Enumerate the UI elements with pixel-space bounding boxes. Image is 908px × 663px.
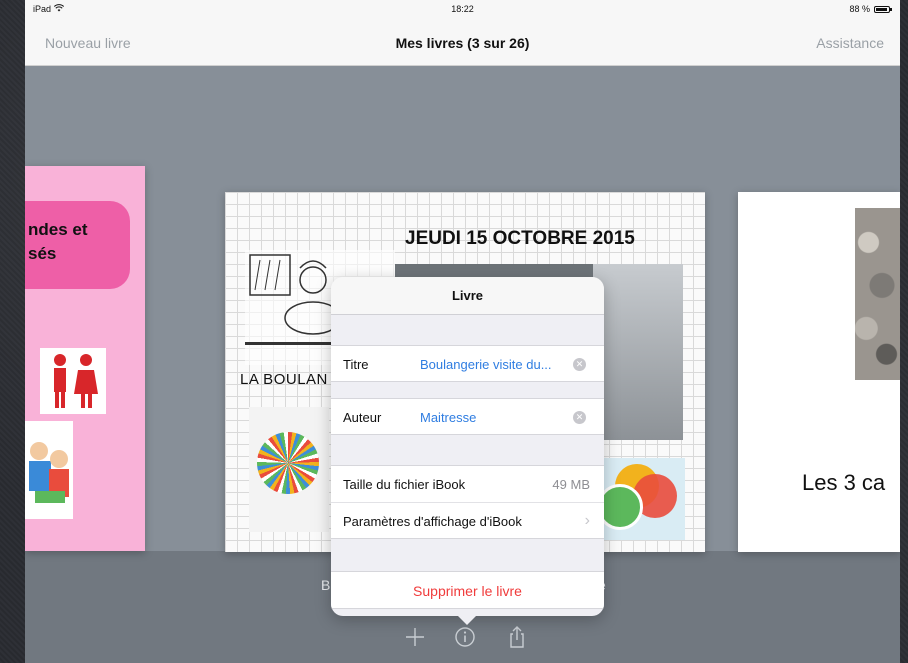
- title-label: Titre: [343, 357, 369, 372]
- file-size-label: Taille du fichier iBook: [343, 477, 466, 492]
- book-center-shop-label: LA BOULAN: [240, 371, 328, 388]
- clear-title-icon[interactable]: ✕: [573, 358, 586, 371]
- author-row[interactable]: Auteur Maitresse ✕: [331, 398, 604, 435]
- book-right-title: Les 3 ca: [802, 470, 886, 495]
- battery-fill: [876, 7, 887, 11]
- delete-book-row[interactable]: Supprimer le livre: [331, 571, 604, 609]
- sky-shape: [593, 264, 683, 440]
- plus-icon[interactable]: [402, 624, 428, 650]
- book-left-title: ndes et sés: [28, 220, 88, 263]
- navigation-bar: Nouveau livre Mes livres (3 sur 26) Assi…: [25, 20, 900, 66]
- share-icon[interactable]: [504, 624, 530, 650]
- ibook-settings-label: Paramètres d'affichage d'iBook: [343, 514, 522, 529]
- stones-photo: [855, 208, 900, 380]
- file-size-row: Taille du fichier iBook 49 MB: [331, 465, 604, 502]
- book-cover-right[interactable]: Les 3 ca: [738, 192, 900, 552]
- group-illustration: [25, 421, 73, 519]
- popover-title: Livre: [331, 277, 604, 315]
- author-label: Auteur: [343, 410, 382, 425]
- ibook-settings-row[interactable]: Paramètres d'affichage d'iBook ›: [331, 502, 604, 539]
- fork-sunburst-illustration: [249, 407, 329, 532]
- battery-percent: 88 %: [849, 4, 870, 14]
- battery-icon: [874, 5, 892, 13]
- file-size-value: 49 MB: [552, 477, 590, 492]
- popover-arrow: [456, 614, 478, 625]
- book-info-popover: Livre Titre Boulangerie visite du... ✕ A…: [331, 277, 604, 616]
- bottom-toolbar: [25, 620, 900, 656]
- title-field[interactable]: Boulangerie visite du...: [420, 357, 552, 372]
- status-time: 18:22: [451, 4, 474, 14]
- info-icon[interactable]: [452, 624, 478, 650]
- status-right: 88 %: [849, 4, 892, 14]
- title-row[interactable]: Titre Boulangerie visite du... ✕: [331, 345, 604, 382]
- assistance-button[interactable]: Assistance: [816, 35, 884, 51]
- delete-book-button[interactable]: Supprimer le livre: [331, 583, 604, 599]
- author-field[interactable]: Maitresse: [420, 410, 476, 425]
- children-illustration: [40, 348, 106, 414]
- book-cover-left[interactable]: ndes et sés: [25, 166, 145, 551]
- page-title: Mes livres (3 sur 26): [395, 35, 530, 51]
- ipad-screen: iPad 18:22 88 % Nouveau livre Mes livres…: [25, 0, 900, 663]
- status-bar: iPad 18:22 88 %: [25, 0, 900, 20]
- semaine-du-gout-logo: [595, 458, 685, 540]
- book-caption-left: B: [321, 577, 331, 593]
- book-center-date: JEUDI 15 OCTOBRE 2015: [405, 228, 635, 249]
- chevron-right-icon: ›: [584, 512, 590, 529]
- clear-author-icon[interactable]: ✕: [573, 411, 586, 424]
